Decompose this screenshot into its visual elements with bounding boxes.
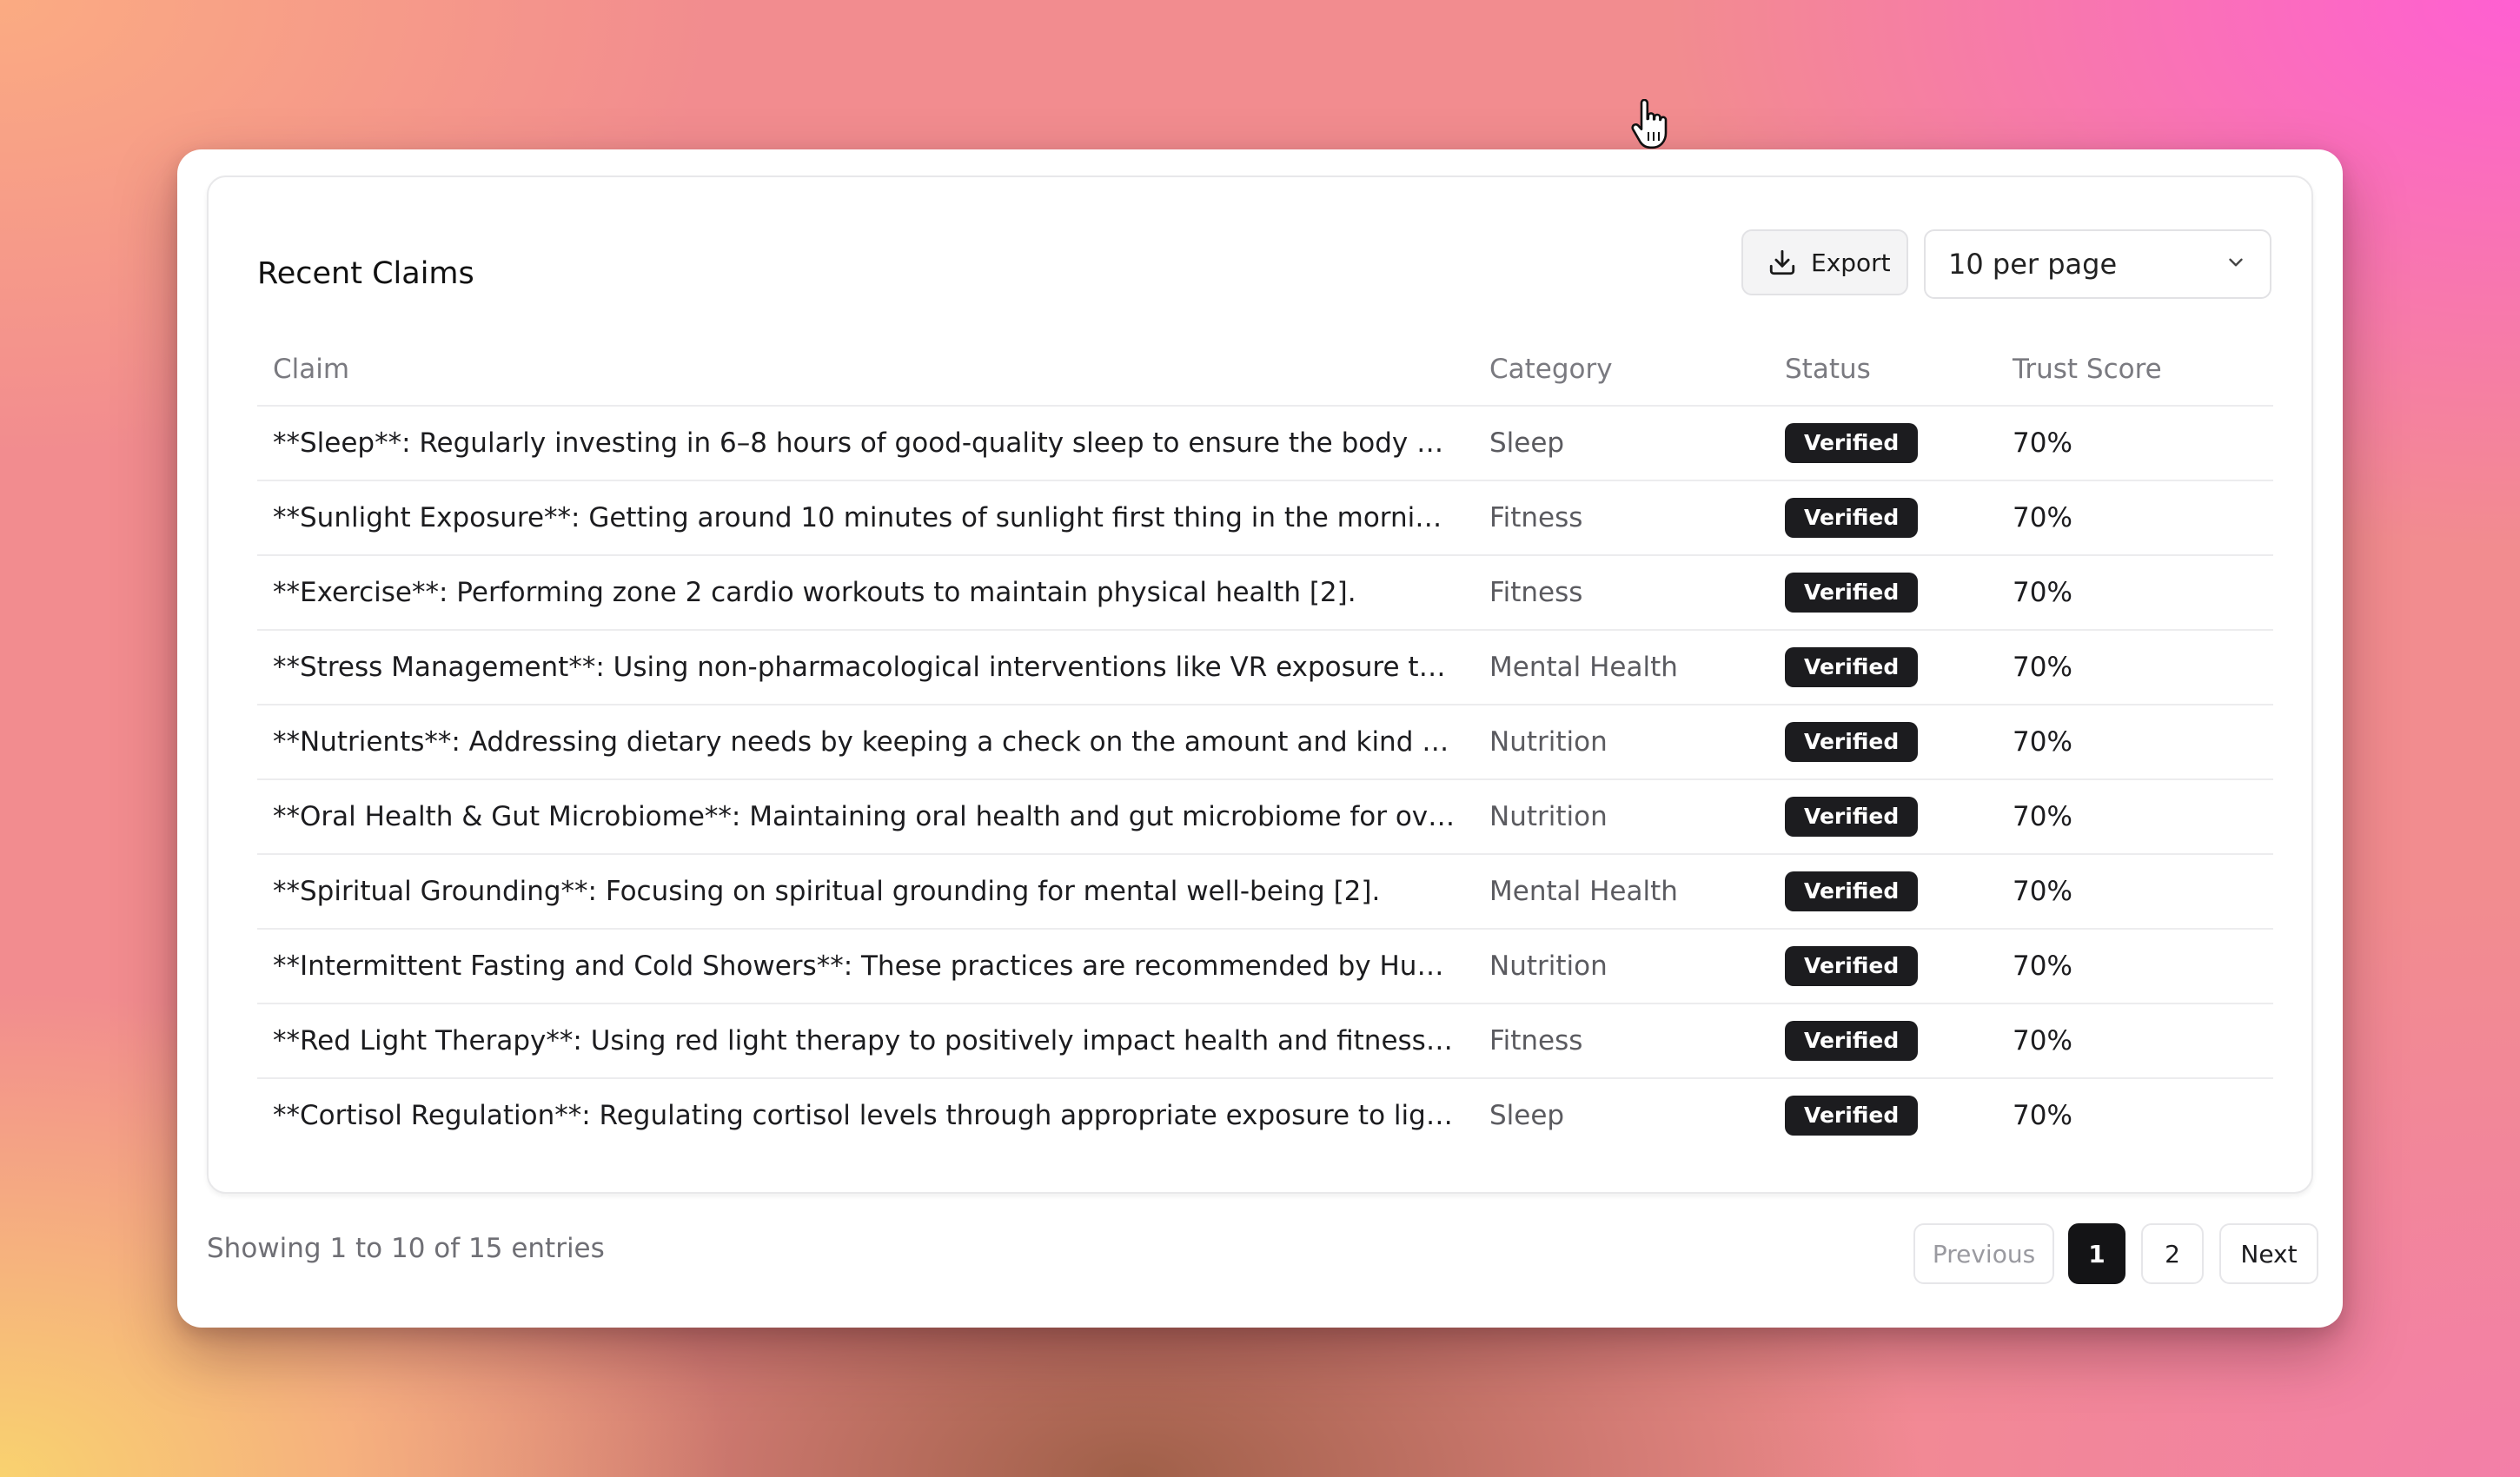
recent-claims-card: Recent Claims Export 10 per page Claim C… bbox=[207, 176, 2313, 1194]
status-cell: Verified bbox=[1769, 1003, 1997, 1079]
table-row[interactable]: **Sunlight Exposure**: Getting around 10… bbox=[257, 480, 2273, 556]
table-row[interactable]: **Sleep**: Regularly investing in 6–8 ho… bbox=[257, 406, 2273, 481]
table-header-row: Claim Category Status Trust Score bbox=[257, 334, 2273, 407]
status-badge: Verified bbox=[1785, 871, 1919, 911]
category-cell: Sleep bbox=[1489, 1100, 1565, 1131]
category-cell: Fitness bbox=[1474, 1003, 1769, 1079]
status-cell: Verified bbox=[1769, 1078, 1997, 1152]
category-cell: Fitness bbox=[1474, 555, 1769, 631]
table-row[interactable]: **Cortisol Regulation**: Regulating cort… bbox=[257, 1078, 2273, 1152]
per-page-select[interactable]: 10 per page bbox=[1924, 229, 2271, 299]
column-header-category[interactable]: Category bbox=[1474, 334, 1769, 407]
status-badge: Verified bbox=[1785, 1021, 1919, 1061]
table-row[interactable]: **Stress Management**: Using non-pharmac… bbox=[257, 630, 2273, 705]
category-cell: Mental Health bbox=[1474, 630, 1769, 705]
claim-cell: **Intermittent Fasting and Cold Showers*… bbox=[257, 929, 1474, 1004]
table-row[interactable]: **Exercise**: Performing zone 2 cardio w… bbox=[257, 555, 2273, 631]
chevron-down-icon bbox=[2225, 248, 2247, 281]
category-cell: Sleep bbox=[1474, 406, 1769, 481]
category-cell: Nutrition bbox=[1474, 779, 1769, 855]
status-cell: Verified bbox=[1769, 406, 1997, 481]
status-badge: Verified bbox=[1785, 573, 1919, 613]
trust-score-cell: 70% bbox=[1997, 854, 2273, 930]
trust-score-cell: 70% bbox=[1997, 705, 2273, 780]
status-cell: Verified bbox=[1769, 630, 1997, 705]
claims-table: Claim Category Status Trust Score **Slee… bbox=[257, 334, 2273, 1152]
claim-cell: **Cortisol Regulation**: Regulating cort… bbox=[273, 1100, 1474, 1131]
column-header-trust-score[interactable]: Trust Score bbox=[1997, 334, 2273, 407]
status-badge: Verified bbox=[1785, 946, 1919, 986]
status-badge: Verified bbox=[1785, 1096, 1919, 1136]
status-cell: Verified bbox=[1769, 779, 1997, 855]
claim-cell: **Sleep**: Regularly investing in 6–8 ho… bbox=[257, 406, 1474, 481]
column-header-status[interactable]: Status bbox=[1769, 334, 1997, 407]
app-window: Recent Claims Export 10 per page Claim C… bbox=[177, 149, 2343, 1328]
next-page-button[interactable]: Next bbox=[2219, 1223, 2318, 1284]
page-2-button[interactable]: 2 bbox=[2141, 1223, 2204, 1284]
trust-score-cell: 70% bbox=[1997, 630, 2273, 705]
claim-cell: **Nutrients**: Addressing dietary needs … bbox=[257, 705, 1474, 780]
category-cell: Nutrition bbox=[1474, 705, 1769, 780]
trust-score-cell: 70% bbox=[2013, 1100, 2072, 1131]
claims-table-body: **Sleep**: Regularly investing in 6–8 ho… bbox=[257, 406, 2273, 1152]
table-row[interactable]: **Oral Health & Gut Microbiome**: Mainta… bbox=[257, 779, 2273, 855]
trust-score-cell: 70% bbox=[1997, 779, 2273, 855]
trust-score-cell: 70% bbox=[1997, 555, 2273, 631]
claim-cell: **Stress Management**: Using non-pharmac… bbox=[257, 630, 1474, 705]
previous-page-button[interactable]: Previous bbox=[1913, 1223, 2054, 1284]
status-cell: Verified bbox=[1769, 555, 1997, 631]
claim-cell: **Oral Health & Gut Microbiome**: Mainta… bbox=[257, 779, 1474, 855]
status-cell: Verified bbox=[1769, 929, 1997, 1004]
status-badge: Verified bbox=[1785, 647, 1919, 687]
table-row[interactable]: **Red Light Therapy**: Using red light t… bbox=[257, 1003, 2273, 1079]
trust-score-cell: 70% bbox=[1997, 406, 2273, 481]
hand-pointer-icon bbox=[1631, 99, 1668, 149]
page-1-button[interactable]: 1 bbox=[2068, 1223, 2125, 1284]
export-button[interactable]: Export bbox=[1741, 229, 1908, 295]
status-cell: Verified bbox=[1769, 705, 1997, 780]
table-row[interactable]: **Intermittent Fasting and Cold Showers*… bbox=[257, 929, 2273, 1004]
status-cell: Verified bbox=[1769, 854, 1997, 930]
column-header-claim[interactable]: Claim bbox=[257, 334, 1474, 407]
status-badge: Verified bbox=[1785, 722, 1919, 762]
status-badge: Verified bbox=[1785, 797, 1919, 837]
status-badge: Verified bbox=[1785, 498, 1919, 538]
status-badge: Verified bbox=[1785, 423, 1919, 463]
per-page-value: 10 per page bbox=[1948, 248, 2118, 281]
trust-score-cell: 70% bbox=[1997, 480, 2273, 556]
claim-cell: **Exercise**: Performing zone 2 cardio w… bbox=[257, 555, 1474, 631]
table-row[interactable]: **Spiritual Grounding**: Focusing on spi… bbox=[257, 854, 2273, 930]
entries-summary: Showing 1 to 10 of 15 entries bbox=[207, 1233, 605, 1264]
table-row[interactable]: **Nutrients**: Addressing dietary needs … bbox=[257, 705, 2273, 780]
trust-score-cell: 70% bbox=[1997, 929, 2273, 1004]
claim-cell: **Red Light Therapy**: Using red light t… bbox=[257, 1003, 1474, 1079]
download-icon bbox=[1767, 248, 1797, 277]
category-cell: Mental Health bbox=[1474, 854, 1769, 930]
claim-cell: **Sunlight Exposure**: Getting around 10… bbox=[257, 480, 1474, 556]
category-cell: Fitness bbox=[1474, 480, 1769, 556]
claim-cell: **Spiritual Grounding**: Focusing on spi… bbox=[257, 854, 1474, 930]
trust-score-cell: 70% bbox=[1997, 1003, 2273, 1079]
card-title: Recent Claims bbox=[257, 256, 474, 291]
category-cell: Nutrition bbox=[1474, 929, 1769, 1004]
status-cell: Verified bbox=[1769, 480, 1997, 556]
export-label: Export bbox=[1811, 248, 1891, 277]
